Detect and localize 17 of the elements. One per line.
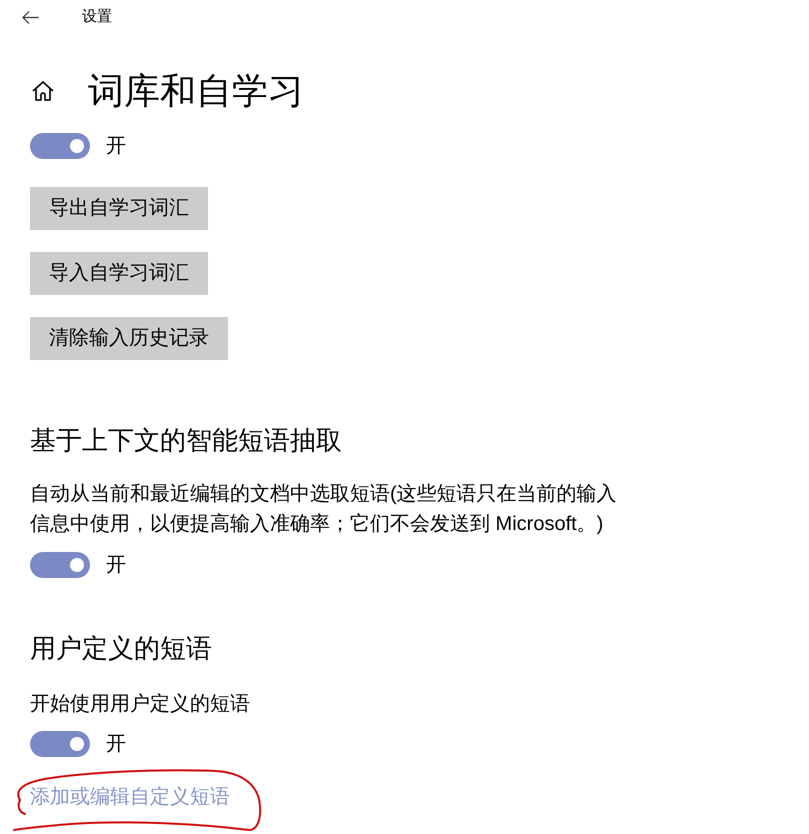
action-button[interactable]: 导出自学习词汇 — [30, 187, 208, 230]
toggle-switch[interactable] — [30, 552, 90, 578]
section-heading: 用户定义的短语 — [30, 632, 212, 665]
toggle-switch[interactable] — [30, 133, 90, 159]
action-button[interactable]: 清除输入历史记录 — [30, 317, 228, 360]
action-button[interactable]: 导入自学习词汇 — [30, 252, 208, 295]
section-heading: 基于上下文的智能短语抽取 — [30, 424, 342, 457]
back-arrow-icon — [22, 10, 38, 24]
page-title: 词库和自学习 — [88, 69, 304, 113]
setting-label: 开始使用用户定义的短语 — [30, 692, 250, 717]
toggle-switch[interactable] — [30, 731, 90, 757]
toggle-state-label: 开 — [106, 553, 126, 578]
window-title: 设置 — [82, 7, 112, 27]
toggle-state-label: 开 — [106, 134, 126, 159]
toggle-state-label: 开 — [106, 732, 126, 757]
section-description: 自动从当前和最近编辑的文档中选取短语(这些短语只在当前的输入信息中使用，以便提高输入准确率；它们不会发送到 Microsoft。) — [30, 482, 618, 537]
home-icon — [32, 81, 54, 101]
